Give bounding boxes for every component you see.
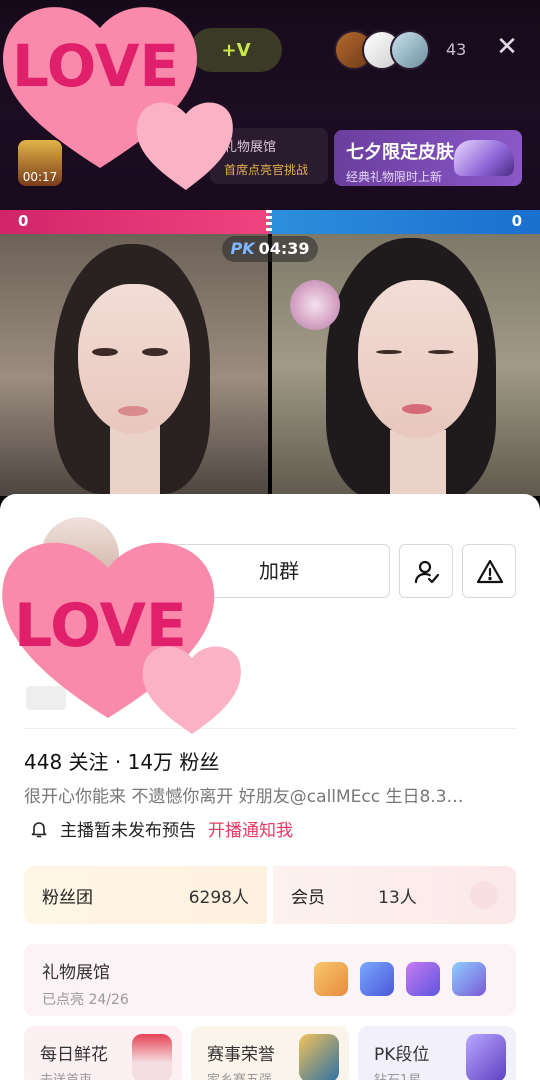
daily-flower-card[interactable]: 每日鲜花 去送首束 xyxy=(24,1026,182,1080)
membership-count: 13人 xyxy=(378,887,417,908)
fan-club-label: 粉丝团 xyxy=(42,887,93,908)
gift-car-icon xyxy=(360,962,394,996)
gift-figure-icon xyxy=(452,962,486,996)
bell-icon xyxy=(31,821,47,837)
close-icon[interactable]: ✕ xyxy=(492,32,522,62)
report-button[interactable] xyxy=(462,544,516,598)
club-card: 粉丝团 6298人 会员 13人 xyxy=(24,866,516,924)
lips xyxy=(402,404,432,414)
skin-promo-banner[interactable]: 七夕限定皮肤 经典礼物限时上新 xyxy=(334,130,522,186)
membership-label: 会员 xyxy=(291,887,325,908)
follow-button[interactable] xyxy=(399,544,453,598)
warning-icon xyxy=(476,559,504,584)
membership-entry[interactable]: 会员 13人 xyxy=(273,866,516,924)
pk-score-bar: 0 0 xyxy=(0,210,540,234)
face xyxy=(358,280,478,438)
eye xyxy=(92,348,118,356)
pk-timer-text: 04:39 xyxy=(258,239,310,258)
pk-timer[interactable]: PK 04:39 xyxy=(222,236,318,262)
hair-flower xyxy=(290,280,340,330)
pk-left-bar: 0 xyxy=(0,210,270,234)
pk-right-score: 0 xyxy=(511,212,522,230)
eye xyxy=(376,350,402,354)
love-text: LOVE xyxy=(12,32,179,100)
neck xyxy=(390,430,446,496)
viewer-avatars[interactable] xyxy=(334,30,430,70)
car-icon xyxy=(454,140,514,176)
rose-icon xyxy=(132,1034,172,1080)
anchor-bio: 很开心你能来 不遗憾你离开 好朋友@callMEcc 生日8.3… xyxy=(24,787,464,807)
trophy-icon xyxy=(299,1034,339,1080)
love-sticker: LOVE xyxy=(0,528,250,738)
notify-me-link[interactable]: 开播通知我 xyxy=(208,816,293,841)
gift-cake-icon xyxy=(314,962,348,996)
right-video-stream[interactable] xyxy=(272,234,540,496)
fan-club-entry[interactable]: 粉丝团 6298人 xyxy=(24,866,267,924)
heart-icon xyxy=(469,881,498,909)
neck xyxy=(110,424,160,496)
notice-text: 主播暂未发布预告 xyxy=(60,821,196,841)
viewer-count[interactable]: 43 xyxy=(446,40,466,59)
pk-logo: PK xyxy=(230,239,255,258)
pk-right-bar: 0 xyxy=(270,210,540,234)
love-sticker: LOVE xyxy=(0,0,240,200)
left-video-stream[interactable] xyxy=(0,234,268,496)
pk-divider xyxy=(266,210,272,234)
match-honor-card[interactable]: 赛事荣誉 家乡赛五强 xyxy=(191,1026,349,1080)
eye xyxy=(428,350,454,354)
gift-rocket-icon xyxy=(406,962,440,996)
pk-left-score: 0 xyxy=(18,212,29,230)
diamond-rank-icon xyxy=(466,1034,506,1080)
live-notice: 主播暂未发布预告 开播通知我 xyxy=(30,816,293,841)
user-check-icon xyxy=(414,560,440,584)
viewer-avatar[interactable] xyxy=(390,30,430,70)
follow-stats[interactable]: 448 关注 · 14万 粉丝 xyxy=(24,746,219,775)
gift-gallery-card[interactable]: 礼物展馆 已点亮 24/26 xyxy=(24,944,516,1016)
lips xyxy=(118,406,148,416)
love-text: LOVE xyxy=(14,591,187,661)
eye xyxy=(142,348,168,356)
pk-rank-card[interactable]: PK段位 钻石1星 xyxy=(358,1026,516,1080)
fan-club-count: 6298人 xyxy=(188,887,249,908)
